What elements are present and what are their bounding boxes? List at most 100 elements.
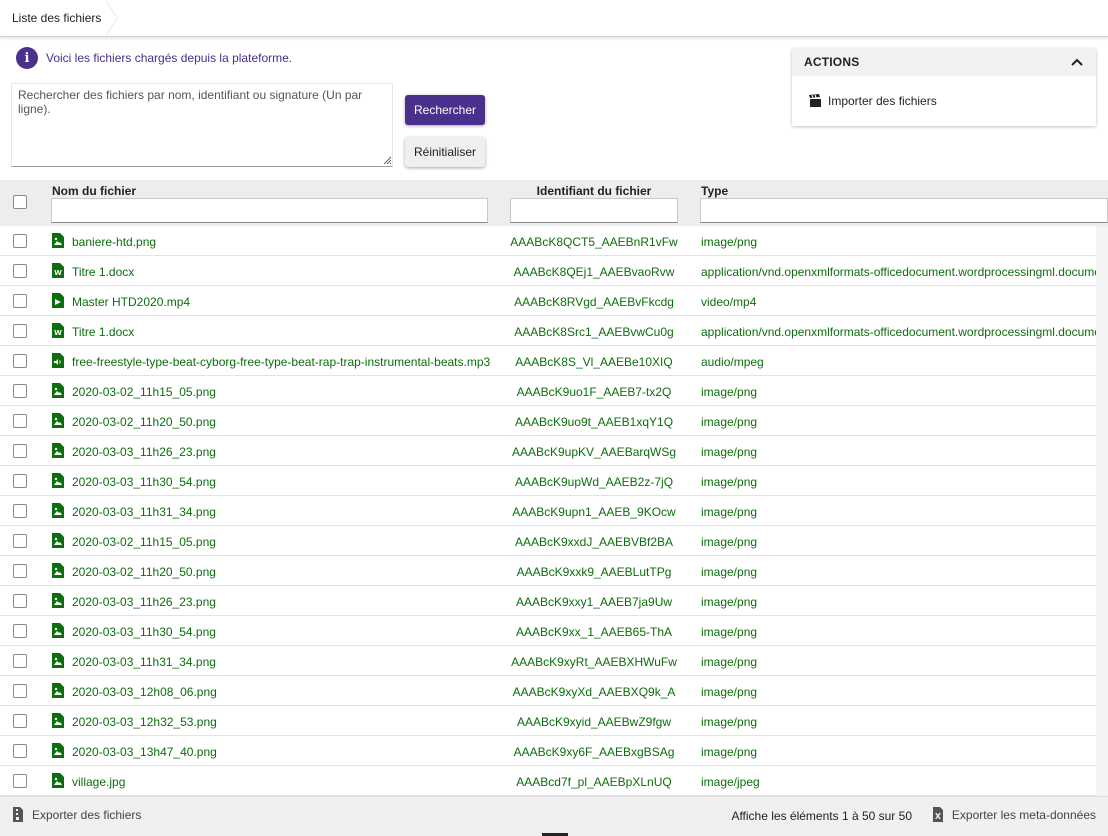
file-name-link[interactable]: Titre 1.docx: [72, 325, 134, 339]
image-file-icon: [52, 773, 64, 788]
column-header-name[interactable]: Nom du fichier: [52, 184, 136, 198]
row-checkbox[interactable]: [13, 414, 27, 428]
table-row[interactable]: 2020-03-03_11h31_34.png AAABcK9xyRt_AAEBX…: [0, 646, 1096, 676]
table-row[interactable]: 2020-03-03_11h30_54.png AAABcK9xx_1_AAEB6…: [0, 616, 1096, 646]
column-header-type[interactable]: Type: [701, 184, 728, 198]
row-checkbox[interactable]: [13, 564, 27, 578]
file-type-icon: [52, 353, 64, 371]
table-row[interactable]: W Titre 1.docx AAABcK8QEj1_AAEBvaoRvw appli…: [0, 256, 1096, 286]
table-row[interactable]: 2020-03-02_11h15_05.png AAABcK9uo1F_AAEB7…: [0, 376, 1096, 406]
export-metadata-button[interactable]: X Exporter les meta-données: [932, 807, 1096, 822]
table-row[interactable]: Master HTD2020.mp4 AAABcK8RVgd_AAEBvFkcdg…: [0, 286, 1096, 316]
table-row[interactable]: village.jpg AAABcd7f_pl_AAEBpXLnUQ image/j…: [0, 766, 1096, 796]
table-row[interactable]: 2020-03-03_12h08_06.png AAABcK9xyXd_AAEBX…: [0, 676, 1096, 706]
file-type-icon: [52, 413, 64, 431]
row-checkbox[interactable]: [13, 714, 27, 728]
table-row[interactable]: 2020-03-03_13h47_40.png AAABcK9xy6F_AAEBx…: [0, 736, 1096, 766]
row-checkbox[interactable]: [13, 624, 27, 638]
file-type-icon: [52, 563, 64, 581]
table-row[interactable]: free-freestyle-type-beat-cyborg-free-typ…: [0, 346, 1096, 376]
info-icon: i: [16, 47, 38, 69]
filter-type-input[interactable]: [700, 198, 1108, 223]
file-type: image/png: [701, 655, 758, 669]
row-checkbox[interactable]: [13, 504, 27, 518]
table-row[interactable]: 2020-03-02_11h15_05.png AAABcK9xxdJ_AAEBV…: [0, 526, 1096, 556]
select-all-checkbox[interactable]: [13, 195, 27, 209]
search-input[interactable]: [11, 83, 393, 167]
table-row[interactable]: 2020-03-03_12h32_53.png AAABcK9xyid_AAEBw…: [0, 706, 1096, 736]
table-row[interactable]: W Titre 1.docx AAABcK8Src1_AAEBvwCu0g appli…: [0, 316, 1096, 346]
search-button[interactable]: Rechercher: [405, 95, 485, 125]
file-type-icon: W: [52, 263, 64, 281]
file-id: AAABcK9xxy1_AAEB7ja9Uw: [515, 595, 673, 609]
row-checkbox[interactable]: [13, 534, 27, 548]
row-checkbox[interactable]: [13, 324, 27, 338]
file-name-link[interactable]: baniere-htd.png: [72, 235, 156, 249]
row-checkbox[interactable]: [13, 654, 27, 668]
resize-grip-icon[interactable]: [382, 155, 392, 165]
chevron-up-icon[interactable]: [1070, 57, 1084, 67]
file-name-link[interactable]: 2020-03-03_13h47_40.png: [72, 745, 217, 759]
file-name-link[interactable]: 2020-03-03_12h08_06.png: [72, 685, 217, 699]
row-checkbox[interactable]: [13, 744, 27, 758]
row-checkbox[interactable]: [13, 474, 27, 488]
row-checkbox[interactable]: [13, 684, 27, 698]
image-file-icon: [52, 563, 64, 578]
table-row[interactable]: 2020-03-02_11h20_50.png AAABcK9uo9t_AAEB1…: [0, 406, 1096, 436]
import-files-action[interactable]: Importer des fichiers: [808, 94, 937, 108]
file-name-link[interactable]: 2020-03-03_11h30_54.png: [72, 475, 216, 489]
filter-id-input[interactable]: [510, 198, 678, 223]
file-name-link[interactable]: 2020-03-03_11h26_23.png: [72, 445, 216, 459]
actions-header[interactable]: ACTIONS: [792, 48, 1096, 76]
file-id: AAABcK8QEj1_AAEBvaoRvw: [513, 265, 675, 279]
table-row[interactable]: 2020-03-03_11h26_23.png AAABcK9upKV_AAEBa…: [0, 436, 1096, 466]
row-checkbox[interactable]: [13, 354, 27, 368]
file-id: AAABcK9xyid_AAEBwZ9fgw: [516, 715, 672, 729]
file-name-link[interactable]: free-freestyle-type-beat-cyborg-free-typ…: [72, 355, 490, 369]
file-name-link[interactable]: 2020-03-03_12h32_53.png: [72, 715, 217, 729]
file-type: audio/mpeg: [701, 355, 764, 369]
file-name-link[interactable]: 2020-03-02_11h15_05.png: [72, 385, 216, 399]
filter-name-input[interactable]: [51, 198, 488, 223]
row-checkbox[interactable]: [13, 264, 27, 278]
column-header-id[interactable]: Identifiant du fichier: [497, 184, 691, 198]
info-message: i Voici les fichiers chargés depuis la p…: [16, 47, 292, 69]
row-checkbox[interactable]: [13, 594, 27, 608]
row-checkbox[interactable]: [13, 234, 27, 248]
file-name-link[interactable]: 2020-03-03_11h26_23.png: [72, 595, 216, 609]
table-scrollbar[interactable]: [1096, 226, 1108, 796]
file-name-link[interactable]: 2020-03-03_11h30_54.png: [72, 625, 216, 639]
reset-button[interactable]: Réinitialiser: [405, 137, 485, 167]
export-files-button[interactable]: Exporter des fichiers: [12, 807, 141, 822]
row-checkbox[interactable]: [13, 774, 27, 788]
image-file-icon: [52, 413, 64, 428]
file-name-link[interactable]: 2020-03-03_11h31_34.png: [72, 655, 216, 669]
table-row[interactable]: 2020-03-03_11h30_54.png AAABcK9upWd_AAEB2…: [0, 466, 1096, 496]
table-row[interactable]: 2020-03-03_11h26_23.png AAABcK9xxy1_AAEB7…: [0, 586, 1096, 616]
top-bar: Liste des fichiers: [0, 0, 1108, 37]
file-name-link[interactable]: 2020-03-02_11h15_05.png: [72, 535, 216, 549]
file-type-icon: [52, 503, 64, 521]
row-checkbox[interactable]: [13, 444, 27, 458]
image-file-icon: [52, 233, 64, 248]
breadcrumb[interactable]: Liste des fichiers: [0, 0, 114, 36]
table-row[interactable]: baniere-htd.png AAABcK8QCT5_AAEBnR1vFw ima…: [0, 226, 1096, 256]
file-type: image/png: [701, 535, 758, 549]
file-name-link[interactable]: village.jpg: [72, 775, 125, 789]
file-id: AAABcK9xxdJ_AAEBVBf2BA: [514, 535, 674, 549]
image-file-icon: [52, 743, 64, 758]
file-name-link[interactable]: 2020-03-02_11h20_50.png: [72, 565, 216, 579]
row-checkbox[interactable]: [13, 384, 27, 398]
file-name-link[interactable]: 2020-03-02_11h20_50.png: [72, 415, 216, 429]
file-name-link[interactable]: Master HTD2020.mp4: [72, 295, 190, 309]
table-row[interactable]: 2020-03-03_11h31_34.png AAABcK9upn1_AAEB_…: [0, 496, 1096, 526]
file-type-icon: [52, 773, 64, 791]
table-row[interactable]: 2020-03-02_11h20_50.png AAABcK9xxk9_AAEBL…: [0, 556, 1096, 586]
image-file-icon: [52, 623, 64, 638]
table-footer: Exporter des fichiers Affiche les élémen…: [0, 796, 1108, 836]
file-name-link[interactable]: 2020-03-03_11h31_34.png: [72, 505, 216, 519]
file-id: AAABcK9xyXd_AAEBXQ9k_A: [512, 685, 676, 699]
file-id: AAABcK9xyRt_AAEBXHWuFw: [511, 655, 677, 669]
file-name-link[interactable]: Titre 1.docx: [72, 265, 134, 279]
row-checkbox[interactable]: [13, 294, 27, 308]
